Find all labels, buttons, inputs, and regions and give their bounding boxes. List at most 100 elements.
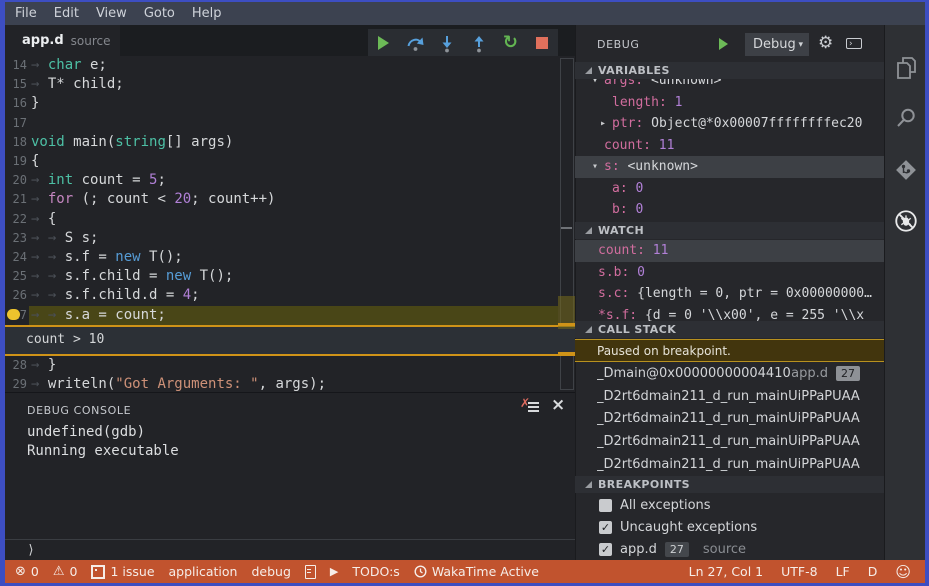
line-number[interactable]: 16 — [5, 94, 27, 113]
checkbox[interactable]: ✓ — [599, 542, 612, 556]
code-line-26[interactable]: 26 → → s.f.child.d = 4; — [5, 286, 558, 305]
status-todos[interactable]: TODO:s — [352, 564, 399, 579]
stop-button[interactable] — [530, 32, 554, 54]
line-number[interactable]: 22 — [5, 210, 27, 229]
status-errors[interactable]: ⊗ 0 — [15, 564, 39, 579]
code-editor[interactable]: 14 → char e; 15 → T* child; 16} 17 18 void main… — [5, 56, 575, 392]
line-number[interactable]: 21 — [5, 190, 27, 209]
watch-row[interactable]: *s.f: {d = 0 '\\x00', e = 255 '\\x — [575, 305, 884, 322]
section-header-watch[interactable]: WATCH — [575, 222, 884, 239]
status-feedback[interactable]: ☺ — [895, 563, 911, 581]
step-into-button[interactable] — [435, 32, 459, 54]
status-line-col[interactable]: Ln 27, Col 1 — [689, 564, 764, 579]
variable-row[interactable]: length: 1 — [575, 92, 884, 114]
status-debug[interactable]: debug — [251, 564, 290, 579]
code-line-15[interactable]: 15 → T* child; — [5, 75, 558, 94]
line-number[interactable]: 26 — [5, 286, 27, 305]
line-number[interactable]: 20 — [5, 171, 27, 190]
code-line-19[interactable]: 19{ — [5, 152, 558, 171]
line-number[interactable]: 24 — [5, 248, 27, 267]
code-line-29[interactable]: 29 → writeln("Got Arguments: ", args); — [5, 375, 558, 392]
status-file-button[interactable] — [304, 564, 316, 579]
status-wakatime[interactable]: WakaTime Active — [414, 564, 539, 579]
checkbox[interactable] — [599, 498, 612, 512]
callstack-frame[interactable]: _D2rt6dmain211_d_run_mainUiPPaPUAA… — [575, 408, 884, 431]
menu-item-help[interactable]: Help — [192, 6, 222, 21]
console-prompt[interactable]: ⟩ — [27, 543, 35, 558]
status-eol[interactable]: LF — [836, 564, 850, 579]
code-line-28[interactable]: 28 → } — [5, 356, 558, 375]
section-header-breakpoints[interactable]: BREAKPOINTS — [575, 476, 884, 493]
menu-item-edit[interactable]: Edit — [54, 6, 79, 21]
code-line-24[interactable]: 24 → → s.f = new T(); — [5, 248, 558, 267]
code-line-18[interactable]: 18 void main(string[] args) — [5, 133, 558, 152]
code-line-16[interactable]: 16} — [5, 94, 558, 113]
line-number[interactable]: 19 — [5, 152, 27, 171]
callstack-frame[interactable]: _D2rt6dmain211_d_run_mainUiPPaPUAA… — [575, 430, 884, 453]
callstack-frame[interactable]: _Dmain@0x0000000000441055 app.d 27 — [575, 362, 884, 385]
debug-disabled-button[interactable] — [893, 208, 919, 234]
section-header-call-stack[interactable]: CALL STACK — [575, 321, 884, 338]
status-issues[interactable]: 1 issue — [91, 564, 155, 579]
line-number[interactable]: 17 — [5, 114, 27, 133]
step-out-button[interactable] — [467, 32, 491, 54]
variable-name: count: — [604, 137, 651, 153]
code-line-21[interactable]: 21 → for (; count < 20; count++) — [5, 190, 558, 209]
line-number[interactable]: 23 — [5, 229, 27, 248]
section-header-variables[interactable]: VARIABLES — [575, 62, 884, 79]
code-line-22[interactable]: 22 → { — [5, 210, 558, 229]
callstack-frame[interactable]: _D2rt6dmain211_d_run_mainUiPPaPUAA… — [575, 453, 884, 476]
status-encoding[interactable]: UTF-8 — [781, 564, 817, 579]
code-line-27[interactable]: 27→ → s.a = count; — [5, 305, 558, 325]
expand-icon[interactable]: ▸ — [600, 113, 606, 135]
line-number[interactable]: 14 — [5, 56, 27, 75]
breakpoint-item[interactable]: ✓ Uncaught exceptions — [575, 516, 884, 538]
line-number[interactable]: 18 — [5, 133, 27, 152]
variable-row[interactable]: ▾ s: <unknown> — [575, 156, 884, 178]
menu-item-view[interactable]: View — [96, 6, 127, 21]
expand-icon[interactable]: ▾ — [592, 156, 598, 178]
restart-button[interactable]: ↻ — [498, 32, 522, 54]
variable-row[interactable]: b: 0 — [575, 199, 884, 221]
watch-row[interactable]: s.b: 0 — [575, 262, 884, 284]
status-application[interactable]: application — [169, 564, 238, 579]
menu-item-goto[interactable]: Goto — [144, 6, 175, 21]
variable-row[interactable]: a: 0 — [575, 178, 884, 200]
code-line-17[interactable]: 17 — [5, 114, 558, 133]
code-line-20[interactable]: 20 → int count = 5; — [5, 171, 558, 190]
menu-item-file[interactable]: File — [15, 6, 37, 21]
source-control-button[interactable] — [893, 157, 919, 183]
code-line-25[interactable]: 25 → → s.f.child = new T(); — [5, 267, 558, 286]
variable-row[interactable]: count: 11 — [575, 135, 884, 157]
breakpoint-icon[interactable] — [7, 309, 20, 320]
search-button[interactable] — [893, 105, 919, 131]
status-run-button[interactable]: ▶ — [330, 565, 338, 578]
line-number[interactable]: 28 — [5, 356, 27, 375]
continue-button[interactable] — [372, 32, 396, 54]
clear-console-button[interactable]: ✗ — [520, 396, 541, 415]
line-number[interactable]: 29 — [5, 375, 27, 392]
close-console-button[interactable]: × — [551, 395, 565, 415]
gear-icon[interactable]: ⚙ — [818, 33, 833, 53]
breakpoint-item[interactable]: ✓ app.d 27 source — [575, 538, 884, 560]
overview-peek-mark-top — [558, 323, 575, 326]
line-number[interactable]: 25 — [5, 267, 27, 286]
step-over-button[interactable] — [403, 32, 427, 54]
watch-row[interactable]: s.c: {length = 0, ptr = 0x00000000… — [575, 283, 884, 305]
status-warnings[interactable]: ⚠ 0 — [53, 564, 78, 579]
line-number[interactable]: 15 — [5, 75, 27, 94]
variable-row[interactable]: ▸ ptr: Object@*0x00007ffffffffec20 — [575, 113, 884, 135]
debug-profile-dropdown[interactable]: Debug ▾ — [745, 33, 809, 56]
breakpoint-item[interactable]: All exceptions — [575, 494, 884, 516]
open-console-icon[interactable]: › — [846, 38, 862, 49]
tab-app-d[interactable]: app.d source — [5, 25, 120, 56]
code-line-14[interactable]: 14 → char e; — [5, 56, 558, 75]
status-language[interactable]: D — [868, 564, 878, 579]
debug-console-panel: DEBUG CONSOLE ✗ × undefined(gdb) Running … — [5, 392, 575, 560]
callstack-frame[interactable]: _D2rt6dmain211_d_run_mainUiPPaPUAA… — [575, 385, 884, 408]
watch-row[interactable]: count: 11 — [575, 240, 884, 262]
checkbox[interactable]: ✓ — [599, 520, 612, 534]
start-debug-button[interactable] — [719, 38, 728, 50]
explorer-button[interactable] — [893, 55, 919, 81]
code-line-23[interactable]: 23 → → S s; — [5, 229, 558, 248]
